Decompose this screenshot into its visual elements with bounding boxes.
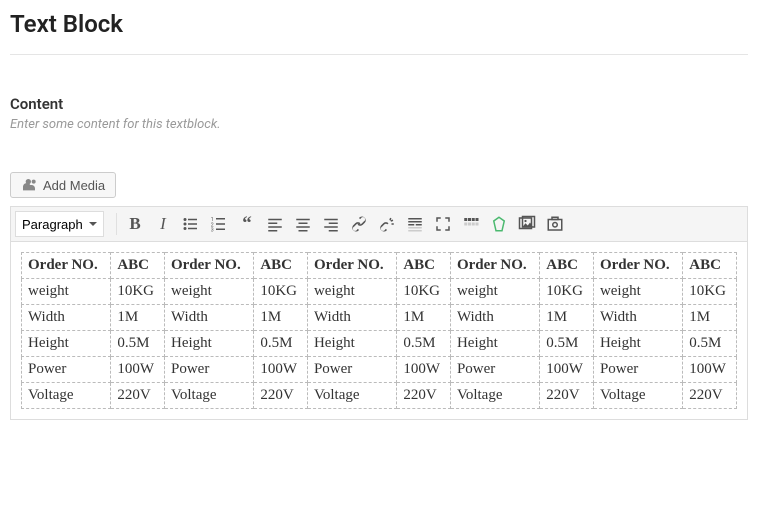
table-cell-value: 220V <box>111 383 165 409</box>
table-cell-value: 220V <box>254 383 308 409</box>
table-cell-label: weight <box>22 279 111 305</box>
table-cell-label: Width <box>22 305 111 331</box>
table-cell-label: Height <box>593 331 682 357</box>
align-right-button[interactable] <box>317 210 345 238</box>
table-cell-label: Height <box>164 331 253 357</box>
table-row: Voltage220VVoltage220VVoltage220VVoltage… <box>22 383 737 409</box>
table-cell-value: 0.5M <box>111 331 165 357</box>
table-cell-label: Width <box>164 305 253 331</box>
table-cell-value: 100W <box>254 357 308 383</box>
table-header-value: ABC <box>111 253 165 279</box>
table-cell-value: 100W <box>397 357 451 383</box>
toolbar-separator <box>116 213 117 235</box>
table-cell-value: 10KG <box>397 279 451 305</box>
table-header-label: Order NO. <box>22 253 111 279</box>
media-icon <box>21 177 37 193</box>
content-table: Order NO.ABCOrder NO.ABCOrder NO.ABCOrde… <box>21 252 737 409</box>
table-cell-label: Power <box>22 357 111 383</box>
table-cell-value: 1M <box>254 305 308 331</box>
special-button[interactable] <box>485 210 513 238</box>
table-cell-label: weight <box>593 279 682 305</box>
table-cell-label: Power <box>307 357 396 383</box>
table-cell-label: Height <box>22 331 111 357</box>
table-row: Height0.5MHeight0.5MHeight0.5MHeight0.5M… <box>22 331 737 357</box>
table-cell-value: 10KG <box>540 279 594 305</box>
table-cell-value: 1M <box>683 305 737 331</box>
table-cell-value: 0.5M <box>683 331 737 357</box>
table-cell-label: Width <box>593 305 682 331</box>
table-cell-value: 220V <box>540 383 594 409</box>
table-header-label: Order NO. <box>450 253 539 279</box>
table-cell-label: weight <box>164 279 253 305</box>
table-cell-value: 0.5M <box>397 331 451 357</box>
table-cell-value: 10KG <box>111 279 165 305</box>
table-cell-label: Power <box>593 357 682 383</box>
table-cell-label: Width <box>307 305 396 331</box>
table-cell-value: 220V <box>397 383 451 409</box>
table-cell-value: 10KG <box>683 279 737 305</box>
table-cell-label: Power <box>450 357 539 383</box>
bullet-list-button[interactable] <box>177 210 205 238</box>
align-left-button[interactable] <box>261 210 289 238</box>
insert-image-button[interactable] <box>513 210 541 238</box>
table-cell-label: Power <box>164 357 253 383</box>
content-help: Enter some content for this textblock. <box>10 117 748 132</box>
table-cell-value: 220V <box>683 383 737 409</box>
table-cell-value: 10KG <box>254 279 308 305</box>
table-header-value: ABC <box>540 253 594 279</box>
table-cell-value: 1M <box>540 305 594 331</box>
table-row: weight10KGweight10KGweight10KGweight10KG… <box>22 279 737 305</box>
table-cell-label: Width <box>450 305 539 331</box>
link-button[interactable] <box>345 210 373 238</box>
italic-button[interactable]: I <box>149 210 177 238</box>
table-cell-label: Voltage <box>307 383 396 409</box>
table-cell-label: weight <box>307 279 396 305</box>
add-media-button[interactable]: Add Media <box>10 172 116 198</box>
table-header-label: Order NO. <box>593 253 682 279</box>
table-cell-value: 0.5M <box>540 331 594 357</box>
blockquote-button[interactable]: “ <box>233 210 261 238</box>
table-row: Power100WPower100WPower100WPower100WPowe… <box>22 357 737 383</box>
table-cell-label: Height <box>450 331 539 357</box>
table-cell-label: Voltage <box>450 383 539 409</box>
align-center-button[interactable] <box>289 210 317 238</box>
table-cell-value: 100W <box>540 357 594 383</box>
table-cell-label: Voltage <box>593 383 682 409</box>
svg-text:3: 3 <box>211 228 214 234</box>
table-header-label: Order NO. <box>164 253 253 279</box>
toolbar-toggle-button[interactable] <box>457 210 485 238</box>
table-header-value: ABC <box>254 253 308 279</box>
table-header-value: ABC <box>397 253 451 279</box>
table-cell-label: Voltage <box>22 383 111 409</box>
fullscreen-button[interactable] <box>429 210 457 238</box>
add-media-label: Add Media <box>43 178 105 193</box>
table-header-value: ABC <box>683 253 737 279</box>
table-cell-label: Voltage <box>164 383 253 409</box>
bold-button[interactable]: B <box>121 210 149 238</box>
table-cell-label: Height <box>307 331 396 357</box>
table-row: Width1MWidth1MWidth1MWidth1MWidth1M <box>22 305 737 331</box>
table-header-label: Order NO. <box>307 253 396 279</box>
table-cell-value: 100W <box>683 357 737 383</box>
numbered-list-button[interactable]: 123 <box>205 210 233 238</box>
insert-photo-button[interactable] <box>541 210 569 238</box>
page-title: Text Block <box>10 10 748 38</box>
table-cell-value: 1M <box>111 305 165 331</box>
unlink-button[interactable] <box>373 210 401 238</box>
editor-toolbar: Paragraph B I 123 “ <box>10 206 748 242</box>
editor-content[interactable]: Order NO.ABCOrder NO.ABCOrder NO.ABCOrde… <box>10 242 748 420</box>
table-cell-value: 1M <box>397 305 451 331</box>
content-label: Content <box>10 95 748 113</box>
table-cell-value: 0.5M <box>254 331 308 357</box>
divider <box>10 54 748 55</box>
insert-more-button[interactable] <box>401 210 429 238</box>
table-cell-value: 100W <box>111 357 165 383</box>
format-select[interactable]: Paragraph <box>15 211 104 237</box>
table-cell-label: weight <box>450 279 539 305</box>
